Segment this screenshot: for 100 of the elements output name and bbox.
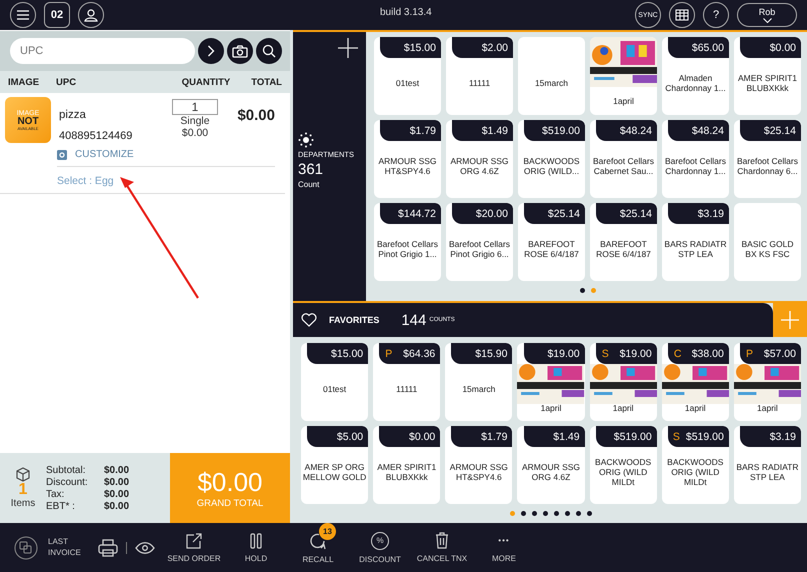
product-tile[interactable]: $1.79 ARMOUR SSG HT&SPY4.6 xyxy=(445,426,512,504)
product-tile[interactable]: C $38.00 1april xyxy=(662,343,729,421)
product-tile[interactable]: $5.00 AMER SP ORG MELLOW GOLD xyxy=(301,426,368,504)
keyboard-button[interactable] xyxy=(669,2,695,28)
unit-price: $0.00 xyxy=(182,127,208,139)
hold-button[interactable]: HOLD xyxy=(225,526,287,568)
export-icon xyxy=(186,532,202,548)
summary-value: $0.00 xyxy=(104,464,130,476)
product-tile[interactable]: $0.00 AMER SPIRIT1 BLUBXKkk xyxy=(734,37,801,115)
product-tile[interactable]: $3.19 BARS RADIATR STP LEA xyxy=(734,426,801,504)
customize-link[interactable]: CUSTOMIZE xyxy=(57,149,134,160)
product-tile[interactable]: $48.24 Barefoot Cellars Chardonnay 1... xyxy=(662,120,729,198)
product-tile[interactable]: S $19.00 1april xyxy=(590,343,657,421)
summary-label: Subtotal: xyxy=(46,464,86,476)
page-dot[interactable] xyxy=(565,511,570,516)
printer-icon xyxy=(98,538,118,556)
user-name: Rob xyxy=(758,7,776,17)
product-tile[interactable]: BASIC GOLD BX KS FSC xyxy=(734,203,801,281)
placeholder-text: NOT xyxy=(17,116,39,126)
product-tile[interactable]: $25.14 Barefoot Cellars Chardonnay 6... xyxy=(734,120,801,198)
column-header: QUANTITY xyxy=(180,76,232,88)
item-name: pizza xyxy=(59,109,87,121)
keyboard-icon xyxy=(675,9,689,21)
product-tile[interactable]: $1.79 ARMOUR SSG HT&SPY4.6 xyxy=(374,120,441,198)
chevron-icon xyxy=(207,45,215,57)
product-tile[interactable]: $1.49 ARMOUR SSG ORG 4.6Z xyxy=(517,426,585,504)
product-tile[interactable]: $15.00 01test xyxy=(301,343,368,421)
page-dot[interactable] xyxy=(576,511,581,516)
quantity-field[interactable]: 1 xyxy=(172,99,218,115)
menu-button[interactable] xyxy=(10,2,36,28)
search-button[interactable] xyxy=(256,38,282,64)
item-upc: 408895124469 xyxy=(59,130,134,142)
product-tile[interactable]: $3.19 BARS RADIATR STP LEA xyxy=(662,203,729,281)
product-tile[interactable]: $15.90 15march xyxy=(445,343,512,421)
page-dot[interactable] xyxy=(590,288,596,293)
column-header: TOTAL xyxy=(250,76,282,88)
count-badge: 13 xyxy=(319,522,336,540)
register-button[interactable]: 02 xyxy=(44,2,70,28)
product-tile[interactable]: P $64.36 11111 xyxy=(373,343,440,421)
departments-count: 361 xyxy=(298,161,324,178)
search-icon xyxy=(262,44,276,58)
summary-value: $0.00 xyxy=(104,476,130,488)
product-tile[interactable]: $15.00 01test xyxy=(374,37,441,115)
print-button[interactable] xyxy=(98,538,118,556)
product-tile[interactable]: $25.14 BAREFOOT ROSE 6/4/187 xyxy=(518,203,585,281)
page-dot[interactable] xyxy=(521,511,526,516)
user-menu-button[interactable]: Rob xyxy=(737,3,797,27)
gear-icon xyxy=(57,150,67,160)
summary-label: Tax: xyxy=(46,488,66,500)
send-button[interactable]: SEND ORDER xyxy=(163,526,225,568)
page-dot[interactable] xyxy=(543,511,548,516)
product-tile[interactable]: S $519.00 BACKWOODS ORIG (WILD MILDt xyxy=(662,426,729,504)
go-button[interactable] xyxy=(198,38,224,64)
more-button[interactable]: ••• MORE xyxy=(473,526,535,568)
product-tile[interactable]: $65.00 Almaden Chardonnay 1... xyxy=(662,37,729,115)
upc-search-field[interactable]: UPC xyxy=(10,38,195,64)
box-icon xyxy=(16,467,30,482)
page-dot[interactable] xyxy=(580,288,584,293)
product-tile[interactable]: $0.00 AMER SPIRIT1 BLUBXKkk xyxy=(373,426,440,504)
help-button[interactable]: ? xyxy=(703,2,729,28)
menu-icon xyxy=(17,10,29,20)
product-tile[interactable]: P $57.00 1april xyxy=(734,343,801,421)
eye-icon xyxy=(135,542,155,554)
last-invoice-button[interactable]: LAST INVOICE xyxy=(14,526,88,568)
items-label: Items xyxy=(10,498,36,509)
chevron-icon xyxy=(762,18,772,23)
user-button[interactable] xyxy=(78,2,104,28)
cancel-button[interactable]: CANCEL TNX xyxy=(411,526,473,568)
pause-icon xyxy=(250,532,262,548)
product-tile[interactable]: $19.00 1april xyxy=(517,343,585,421)
summary-value: $0.00 xyxy=(104,488,130,500)
page-dot[interactable] xyxy=(554,511,559,516)
page-dot[interactable] xyxy=(510,511,515,516)
product-tile[interactable]: 1april xyxy=(590,37,657,115)
camera-button[interactable] xyxy=(227,38,253,64)
summary-label: Discount: xyxy=(46,476,89,488)
preview-button[interactable] xyxy=(126,542,155,554)
invoice-icon xyxy=(14,536,38,560)
modifier-text: Select : Egg xyxy=(57,175,115,187)
add-icon[interactable] xyxy=(338,38,358,58)
item-total: $0.00 xyxy=(236,107,275,124)
product-tile[interactable]: $519.00 BACKWOODS ORIG (WILD MILDt xyxy=(590,426,657,504)
column-header: UPC xyxy=(56,76,78,88)
product-tile[interactable]: $20.00 Barefoot Cellars Pinot Grigio 6... xyxy=(446,203,513,281)
page-dot[interactable] xyxy=(532,511,537,516)
product-tile[interactable]: $519.00 BACKWOODS ORIG (WILD... xyxy=(518,120,585,198)
product-tile[interactable]: 15march xyxy=(518,37,585,115)
discount-button[interactable]: % DISCOUNT xyxy=(349,526,411,568)
unit-label: Single xyxy=(180,115,210,127)
product-tile[interactable]: $25.14 BAREFOOT ROSE 6/4/187 xyxy=(590,203,657,281)
summary-value: $0.00 xyxy=(104,500,130,512)
item-count: 1 xyxy=(18,482,28,498)
camera-icon xyxy=(232,44,248,58)
product-tile[interactable]: $1.49 ARMOUR SSG ORG 4.6Z xyxy=(446,120,513,198)
product-tile[interactable]: $2.00 11111 xyxy=(446,37,513,115)
heart-icon xyxy=(301,313,317,328)
product-tile[interactable]: $48.24 Barefoot Cellars Cabernet Sau... xyxy=(590,120,657,198)
grand-total-label: GRAND TOTAL xyxy=(196,498,264,509)
page-dot[interactable] xyxy=(587,511,592,516)
product-tile[interactable]: $144.72 Barefoot Cellars Pinot Grigio 1... xyxy=(374,203,441,281)
